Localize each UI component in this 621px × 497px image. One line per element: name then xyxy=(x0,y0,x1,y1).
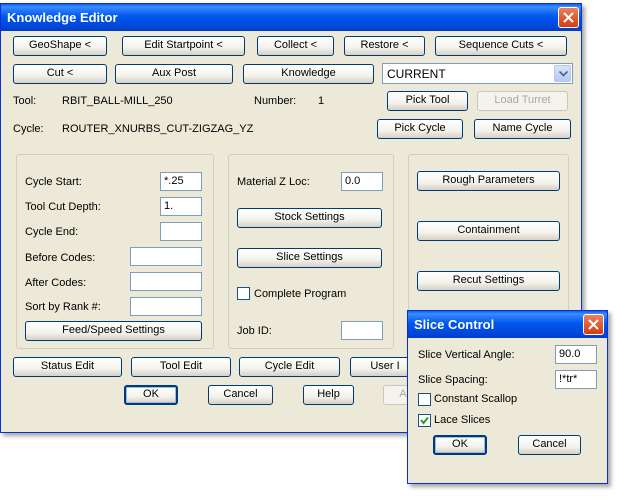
cycle-end-label: Cycle End: xyxy=(25,226,79,238)
tool-value: RBIT_BALL-MILL_250 xyxy=(62,95,173,107)
restore-button[interactable]: Restore < xyxy=(344,36,425,56)
before-codes-field[interactable] xyxy=(130,247,202,266)
help-button[interactable]: Help xyxy=(303,385,354,405)
material-z-loc-field[interactable]: 0.0 xyxy=(341,172,383,191)
cancel-button[interactable]: Cancel xyxy=(208,385,273,405)
before-codes-label: Before Codes: xyxy=(25,252,96,264)
close-icon xyxy=(588,319,599,330)
cut-button[interactable]: Cut < xyxy=(13,64,107,84)
sort-by-rank-field[interactable] xyxy=(130,297,202,316)
title-bar[interactable]: Knowledge Editor xyxy=(1,4,581,31)
aux-post-button[interactable]: Aux Post xyxy=(115,64,233,84)
window-title: Knowledge Editor xyxy=(7,10,118,25)
slice-spacing-field[interactable]: !*tr* xyxy=(555,370,597,389)
collect-button[interactable]: Collect < xyxy=(257,36,334,56)
cycle-value: ROUTER_XNURBS_CUT-ZIGZAG_YZ xyxy=(62,123,254,135)
cycle-label: Cycle: xyxy=(13,123,44,135)
name-cycle-button[interactable]: Name Cycle xyxy=(474,119,571,139)
cycle-start-label: Cycle Start: xyxy=(25,176,82,188)
tool-label: Tool: xyxy=(13,95,37,107)
ok-button[interactable]: OK xyxy=(124,385,178,405)
slice-control-window: Slice Control Slice Vertical Angle: 90.0… xyxy=(407,310,608,484)
current-select[interactable]: CURRENT xyxy=(382,63,573,84)
constant-scallop-label: Constant Scallop xyxy=(434,393,518,405)
edit-startpoint-button[interactable]: Edit Startpoint < xyxy=(122,36,245,56)
tool-cut-depth-label: Tool Cut Depth: xyxy=(25,201,101,213)
cycle-edit-button[interactable]: Cycle Edit xyxy=(239,357,340,377)
geoshape-button[interactable]: GeoShape < xyxy=(13,36,107,56)
containment-button[interactable]: Containment xyxy=(417,221,560,241)
slice-title-bar[interactable]: Slice Control xyxy=(408,311,607,338)
current-select-value: CURRENT xyxy=(387,67,446,81)
lace-slices-checkbox[interactable] xyxy=(418,414,431,427)
slice-vertical-angle-field[interactable]: 90.0 xyxy=(555,345,597,364)
cycle-end-field[interactable] xyxy=(160,222,202,241)
material-z-loc-label: Material Z Loc: xyxy=(237,176,310,188)
cycle-start-field[interactable]: *.25 xyxy=(160,172,202,191)
number-label: Number: xyxy=(254,95,297,107)
slice-window-title: Slice Control xyxy=(414,317,495,332)
close-icon xyxy=(563,12,574,23)
constant-scallop-checkbox[interactable] xyxy=(418,393,431,406)
slice-ok-button[interactable]: OK xyxy=(433,435,487,455)
lace-slices-label: Lace Slices xyxy=(434,414,491,426)
tool-cut-depth-field[interactable]: 1. xyxy=(160,197,202,216)
feed-speed-settings-button[interactable]: Feed/Speed Settings xyxy=(25,321,202,341)
pick-tool-button[interactable]: Pick Tool xyxy=(387,91,468,111)
close-button[interactable] xyxy=(558,7,579,28)
sequence-cuts-button[interactable]: Sequence Cuts < xyxy=(435,36,567,56)
tool-edit-button[interactable]: Tool Edit xyxy=(131,357,231,377)
chevron-down-icon[interactable] xyxy=(554,65,571,82)
slice-close-button[interactable] xyxy=(583,314,604,335)
slice-spacing-label: Slice Spacing: xyxy=(418,374,488,386)
recut-settings-button[interactable]: Recut Settings xyxy=(417,271,560,291)
after-codes-field[interactable] xyxy=(130,272,202,291)
rough-parameters-button[interactable]: Rough Parameters xyxy=(417,171,560,191)
load-turret-button[interactable]: Load Turret xyxy=(477,91,568,111)
slice-vertical-angle-label: Slice Vertical Angle: xyxy=(418,349,515,361)
checkmark-icon xyxy=(420,416,429,425)
knowledge-button[interactable]: Knowledge xyxy=(243,64,374,84)
slice-settings-button[interactable]: Slice Settings xyxy=(237,248,382,268)
pick-cycle-button[interactable]: Pick Cycle xyxy=(377,119,463,139)
job-id-label: Job ID: xyxy=(237,325,272,337)
job-id-field[interactable] xyxy=(341,321,383,340)
complete-program-checkbox[interactable] xyxy=(237,287,250,300)
after-codes-label: After Codes: xyxy=(25,277,87,289)
complete-program-label: Complete Program xyxy=(254,288,347,300)
status-edit-button[interactable]: Status Edit xyxy=(13,357,122,377)
sort-by-rank-label: Sort by Rank #: xyxy=(25,301,101,313)
stock-settings-button[interactable]: Stock Settings xyxy=(237,208,382,228)
number-value: 1 xyxy=(318,95,325,107)
slice-cancel-button[interactable]: Cancel xyxy=(518,435,581,455)
